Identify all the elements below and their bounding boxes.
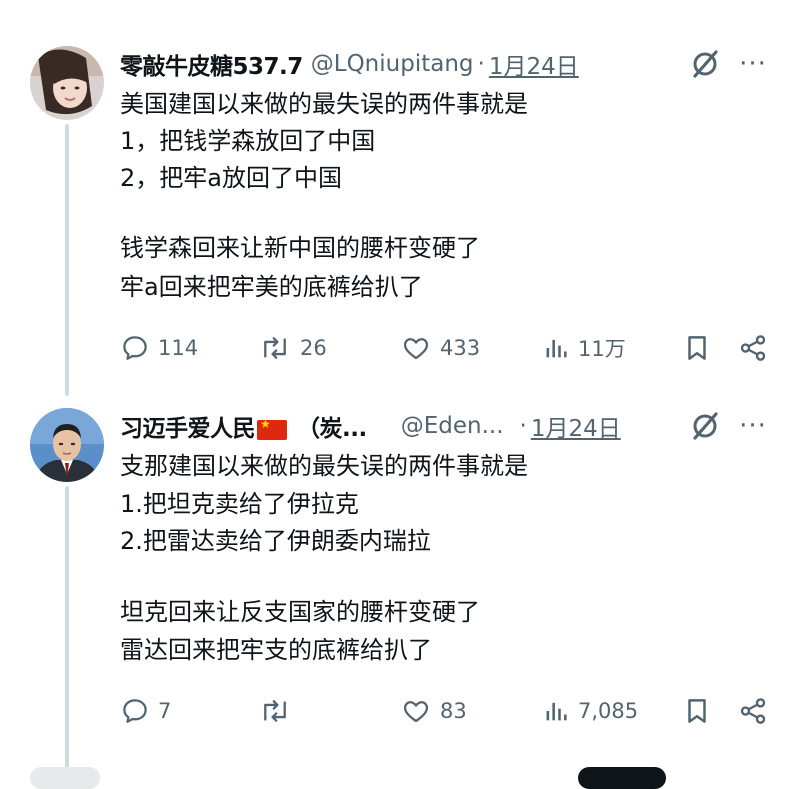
- china-flag-icon: [257, 417, 287, 440]
- repost-icon: [258, 696, 292, 726]
- views-icon: [542, 696, 570, 726]
- bookmark-icon: [682, 695, 712, 727]
- display-name-text: 习迈手爱人民: [120, 416, 256, 442]
- like-icon: [400, 696, 432, 726]
- timestamp-link[interactable]: 1月24日: [531, 409, 621, 443]
- reply-count: 7: [158, 699, 172, 723]
- views-button[interactable]: 7,085: [542, 691, 638, 731]
- tweet-text-line: 支那建国以来做的最失误的两件事就是: [120, 452, 528, 480]
- next-item-peek: [30, 767, 100, 789]
- floating-button-peek[interactable]: [578, 767, 666, 789]
- tweet-text-line: 2.把雷达卖给了伊朗委内瑞拉: [120, 527, 431, 555]
- tweet-text-line: 1.把坦克卖给了伊拉克: [120, 490, 359, 518]
- view-count: 7,085: [578, 699, 639, 723]
- share-icon: [738, 696, 768, 726]
- separator: ·: [519, 413, 527, 439]
- reply-icon: [120, 696, 150, 726]
- grok-slash-icon[interactable]: [688, 409, 722, 443]
- tweet-2[interactable]: 习迈手爱人民 （炭... @Eden... · 1月24日 ··· 支那建国以来做…: [0, 0, 800, 775]
- repost-button[interactable]: [258, 691, 300, 731]
- tweet-text-line: 坦克回来让反支国家的腰杆变硬了: [120, 598, 480, 626]
- display-name[interactable]: 习迈手爱人民 （炭...: [120, 409, 367, 443]
- avatar[interactable]: [30, 408, 104, 482]
- display-name-suffix: （炭...: [297, 416, 367, 442]
- more-options-icon[interactable]: ···: [736, 409, 770, 443]
- share-button[interactable]: [738, 691, 768, 731]
- like-count: 83: [440, 699, 467, 723]
- reply-button[interactable]: 7: [120, 691, 171, 731]
- action-bar: 7 83 7,085: [120, 691, 780, 731]
- handle[interactable]: @Eden...: [401, 413, 504, 439]
- like-button[interactable]: 83: [400, 691, 467, 731]
- tweet-text-line: 雷达回来把牢支的底裤给扒了: [120, 636, 432, 664]
- bookmark-button[interactable]: [682, 691, 712, 731]
